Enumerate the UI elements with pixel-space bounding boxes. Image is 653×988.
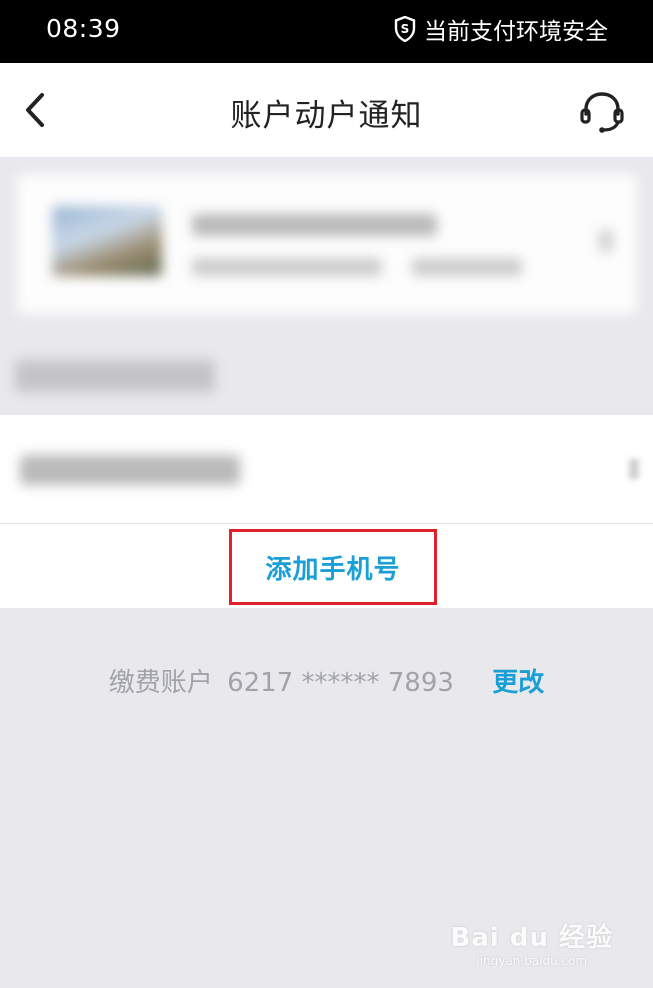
page-title: 账户动户通知 (230, 98, 423, 134)
security-status: S 当前支付环境安全 (394, 12, 608, 46)
svg-text:S: S (401, 22, 410, 36)
security-text: 当前支付环境安全 (424, 19, 608, 45)
card-subtitle-redacted (192, 258, 382, 276)
chevron-right-icon (599, 230, 613, 252)
list-item[interactable] (0, 415, 653, 524)
headset-icon[interactable] (579, 88, 625, 134)
add-phone-button[interactable]: 添加手机号 (229, 529, 437, 605)
card-detail-redacted (412, 258, 522, 276)
payment-account: 缴费账户 6217 ****** 7893 更改 (0, 662, 653, 699)
list-item-redacted (20, 455, 240, 485)
watermark-url: jingyan.baidu.com (476, 954, 588, 968)
card-title-redacted (192, 214, 437, 236)
phone-list: 添加手机号 (0, 415, 653, 608)
payment-account-number: 6217 ****** 7893 (227, 668, 454, 698)
status-time: 08:39 (46, 14, 121, 43)
change-account-link[interactable]: 更改 (492, 668, 544, 698)
account-card[interactable] (17, 174, 637, 314)
watermark-brand: Bai du 经验 (450, 923, 613, 953)
nav-bar: 账户动户通知 (0, 63, 653, 157)
chevron-right-icon (629, 459, 639, 479)
shield-icon: S (394, 16, 416, 42)
payment-label: 缴费账户 (108, 668, 213, 698)
add-phone-label: 添加手机号 (265, 554, 401, 585)
card-thumbnail (52, 206, 162, 276)
status-bar: 08:39 S 当前支付环境安全 (0, 0, 653, 63)
baidu-watermark: Bai du 经验 jingyan.baidu.com (451, 917, 614, 968)
section-header-redacted (15, 360, 215, 392)
